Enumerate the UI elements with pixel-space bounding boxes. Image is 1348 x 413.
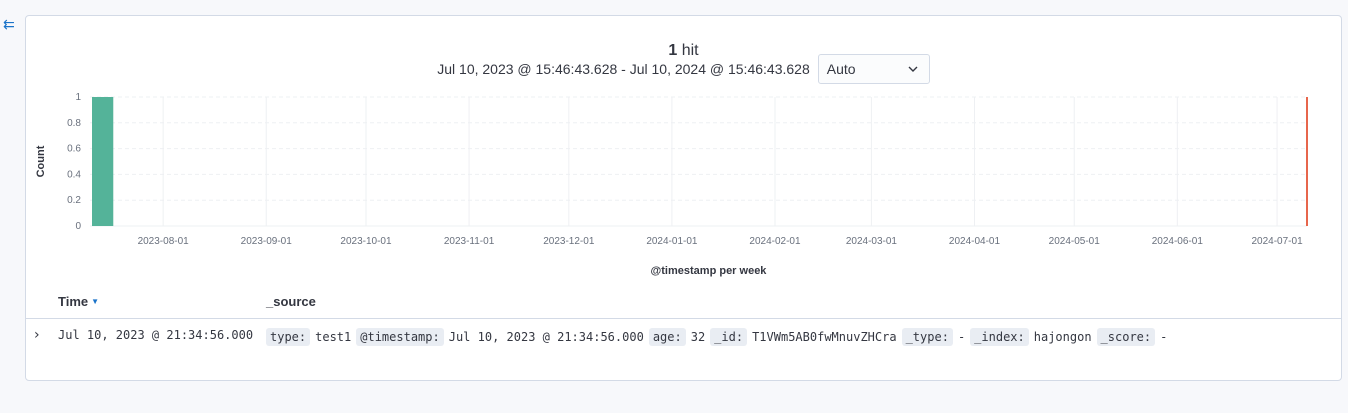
- source-field-value: test1: [315, 330, 352, 344]
- y-tick-label: 0: [75, 221, 81, 232]
- y-tick-label: 0.8: [67, 118, 81, 129]
- x-tick-label: 2023-10-01: [340, 236, 392, 247]
- collapse-sidebar-icon[interactable]: ⇇: [3, 16, 19, 32]
- x-tick-label: 2024-02-01: [749, 236, 801, 247]
- y-axis-title: Count: [35, 145, 47, 177]
- source-field-key: _id:: [710, 328, 748, 346]
- y-tick-label: 0.6: [67, 144, 81, 155]
- source-field-key: _type:: [901, 328, 953, 346]
- x-tick-label: 2023-12-01: [543, 236, 595, 247]
- row-source: type: test1 @timestamp: Jul 10, 2023 @ 21:3…: [266, 328, 1172, 346]
- table-row: › Jul 10, 2023 @ 21:34:56.000 type: test1…: [26, 326, 1341, 354]
- source-field-key: @timestamp:: [356, 328, 444, 346]
- column-header-source: _source: [266, 294, 316, 309]
- source-field-key: type:: [266, 328, 311, 346]
- sort-descending-icon[interactable]: ▼: [91, 297, 99, 306]
- x-tick-label: 2024-06-01: [1152, 236, 1204, 247]
- x-tick-label: 2024-05-01: [1049, 236, 1101, 247]
- y-tick-label: 0.2: [67, 195, 81, 206]
- source-field-value: hajongon: [1033, 330, 1092, 344]
- expand-row-icon[interactable]: ›: [34, 326, 50, 344]
- y-tick-label: 1: [75, 92, 81, 103]
- discover-results-panel: 1 hit Jul 10, 2023 @ 15:46:43.628 - Jul …: [25, 15, 1342, 381]
- y-tick-label: 0.4: [67, 169, 81, 180]
- source-field-value: 32: [690, 330, 706, 344]
- source-field-value: -: [957, 330, 966, 344]
- x-tick-label: 2023-11-01: [444, 236, 495, 247]
- source-field-key: _score:: [1096, 328, 1156, 346]
- x-tick-label: 2023-09-01: [241, 236, 293, 247]
- source-field-key: _index:: [970, 328, 1029, 346]
- source-field-key: age:: [648, 328, 686, 346]
- column-header-time-label: Time: [58, 294, 89, 309]
- x-tick-label: 2024-01-01: [646, 236, 698, 247]
- histogram-chart: 0 0.2 0.4 0.6 0.8 1 2023-08-01 2023-09-01 2023-1…: [35, 92, 1308, 277]
- row-time: Jul 10, 2023 @ 21:34:56.000: [58, 328, 254, 342]
- x-tick-label: 2024-03-01: [846, 236, 898, 247]
- source-field-value: Jul 10, 2023 @ 21:34:56.000: [448, 330, 644, 344]
- column-header-time[interactable]: Time ▼: [58, 294, 99, 309]
- histogram-bar: [92, 97, 114, 226]
- x-tick-label: 2023-08-01: [138, 236, 190, 247]
- source-field-value: T1VWm5AB0fwMnuvZHCra: [752, 330, 897, 344]
- x-tick-label: 2024-07-01: [1251, 236, 1303, 247]
- x-tick-label: 2024-04-01: [949, 236, 1001, 247]
- table-header: Time ▼ _source: [26, 294, 1341, 319]
- x-axis-title: @timestamp per week: [651, 265, 768, 277]
- source-field-value: -: [1160, 330, 1168, 344]
